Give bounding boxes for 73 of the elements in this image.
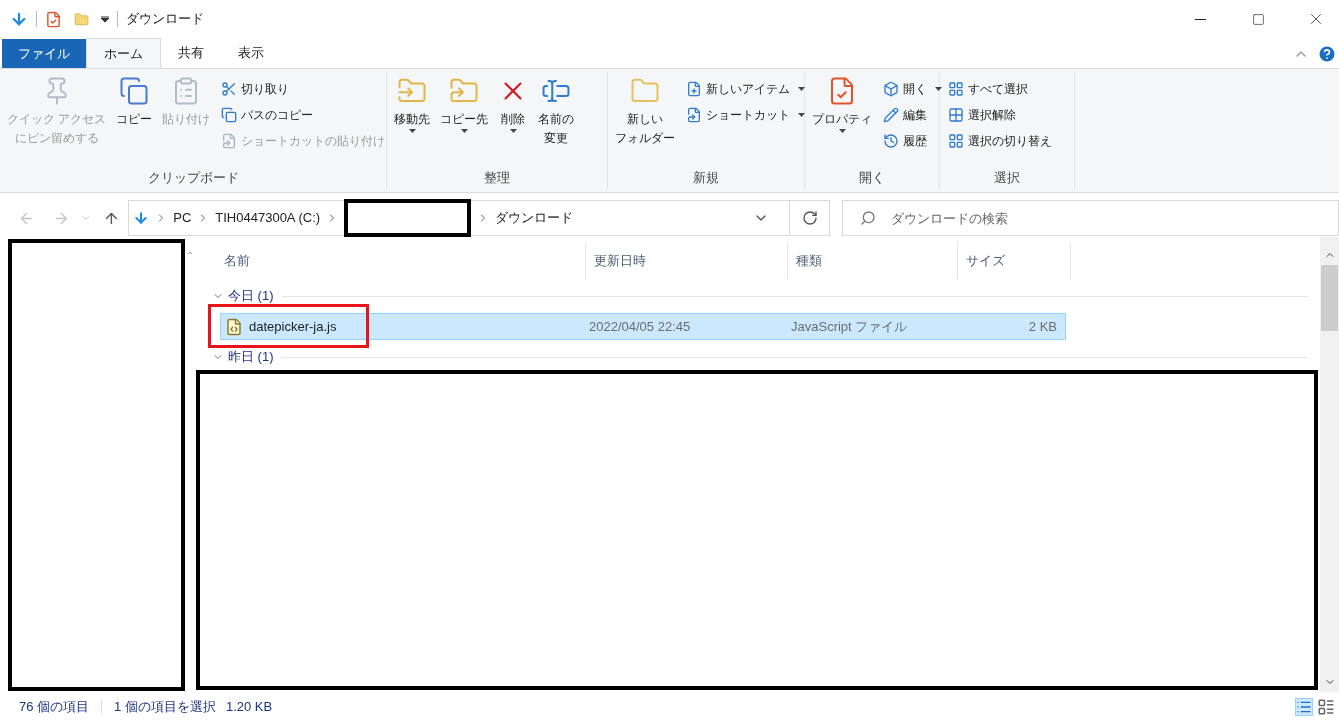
scissors-icon bbox=[221, 81, 238, 97]
new-item-icon bbox=[686, 81, 702, 97]
shortcut-icon bbox=[221, 133, 238, 149]
grid-icon bbox=[948, 81, 964, 97]
breadcrumb-item[interactable]: TIH0447300A (C:) bbox=[215, 208, 321, 228]
column-header[interactable]: 名前 bbox=[216, 243, 586, 279]
selection-count: 1 個の項目を選択 bbox=[114, 698, 216, 717]
breadcrumb-item[interactable]: ダウンロード bbox=[495, 208, 574, 228]
pencil-icon bbox=[883, 107, 899, 123]
ribbon-group-label: クリップボード bbox=[146, 168, 240, 187]
ribbon-button[interactable]: プロパティ bbox=[809, 72, 875, 133]
file-row[interactable]: datepicker-ja.js 2022/04/05 22:45 JavaScript ファイル 2 KB bbox=[220, 313, 1066, 340]
column-header[interactable]: サイズ bbox=[958, 243, 1071, 279]
script-file-icon bbox=[225, 317, 243, 336]
scrollbar-thumb[interactable] bbox=[1321, 265, 1338, 331]
selection-size: 1.20 KB bbox=[225, 698, 273, 717]
refresh-icon bbox=[801, 210, 818, 226]
ribbon-group-label: 新規 bbox=[692, 168, 720, 187]
cube-icon bbox=[883, 81, 899, 97]
refresh-button[interactable] bbox=[790, 200, 830, 236]
column-header[interactable]: 種類 bbox=[788, 243, 958, 279]
minimize-icon bbox=[1194, 18, 1206, 20]
ribbon-small-button[interactable]: 編集 bbox=[879, 102, 946, 128]
ribbon-small-button[interactable]: ショートカット bbox=[682, 102, 809, 128]
large-icons-view-icon[interactable] bbox=[1317, 698, 1335, 716]
ribbon-button[interactable]: 移動先 bbox=[391, 72, 433, 133]
file-tab[interactable]: ファイル bbox=[2, 39, 86, 68]
ribbon-button[interactable]: コピー bbox=[113, 72, 156, 129]
ribbon-small-button[interactable]: 選択の切り替え bbox=[944, 128, 1056, 154]
file-date: 2022/04/05 22:45 bbox=[589, 317, 692, 336]
maximize-icon bbox=[1251, 12, 1265, 26]
group-header[interactable]: 昨日 (1) bbox=[212, 347, 274, 367]
ribbon-small-button[interactable]: すべて選択 bbox=[944, 76, 1056, 102]
file-type: JavaScript ファイル bbox=[791, 317, 909, 336]
grid-icon bbox=[948, 107, 964, 123]
window-title: ダウンロード bbox=[126, 10, 204, 29]
column-header[interactable]: 更新日時 bbox=[586, 243, 788, 279]
ribbon-small-button[interactable]: 切り取り bbox=[217, 76, 390, 102]
caret-icon[interactable] bbox=[101, 16, 109, 22]
scroll-up-icon[interactable] bbox=[186, 249, 194, 257]
ribbon-small-button[interactable]: 開く bbox=[879, 76, 946, 102]
ribbon-tab[interactable]: 表示 bbox=[221, 38, 281, 68]
ribbon-button[interactable]: 削除 bbox=[495, 72, 531, 133]
details-view-icon[interactable] bbox=[1295, 698, 1313, 716]
ribbon-button[interactable]: 名前の 変更 bbox=[535, 72, 577, 148]
group-header[interactable]: 今日 (1) bbox=[212, 286, 274, 306]
ribbon-group-label: 開く bbox=[858, 168, 886, 187]
ribbon-tab[interactable]: 共有 bbox=[161, 38, 221, 68]
ribbon-group-label: 整理 bbox=[483, 168, 511, 187]
grid-icon bbox=[948, 133, 964, 149]
search-field[interactable]: ダウンロードの検索 bbox=[842, 200, 1339, 236]
file-name: datepicker-ja.js bbox=[249, 317, 337, 336]
ribbon-small-button[interactable]: 履歴 bbox=[879, 128, 946, 154]
help-icon[interactable] bbox=[1317, 44, 1337, 64]
ribbon-tab[interactable]: ホーム bbox=[86, 38, 161, 68]
item-count: 76 個の項目 bbox=[19, 698, 90, 717]
checkmark-document-icon[interactable] bbox=[45, 10, 62, 28]
ribbon-group-label: 選択 bbox=[993, 168, 1021, 187]
down-arrow-icon[interactable] bbox=[10, 10, 28, 28]
breadcrumb-item[interactable]: PC bbox=[173, 208, 192, 228]
scrollbar[interactable] bbox=[1320, 237, 1339, 692]
ribbon-button[interactable]: 新しい フォルダー bbox=[612, 72, 678, 148]
copy-icon bbox=[119, 76, 150, 106]
folder-icon[interactable] bbox=[74, 11, 89, 27]
search-icon bbox=[860, 210, 876, 226]
shortcut-icon bbox=[686, 107, 702, 123]
address-field[interactable]: PC TIH0447300A (C:) ダウンロード bbox=[128, 200, 791, 236]
file-size: 2 KB bbox=[1027, 317, 1057, 336]
ribbon-button[interactable]: コピー先 bbox=[437, 72, 491, 133]
history-icon bbox=[883, 133, 899, 149]
ribbon-small-button[interactable]: 新しいアイテム bbox=[682, 76, 809, 102]
ribbon-small-button[interactable]: パスのコピー bbox=[217, 102, 390, 128]
ribbon-small-button[interactable]: 選択解除 bbox=[944, 102, 1056, 128]
